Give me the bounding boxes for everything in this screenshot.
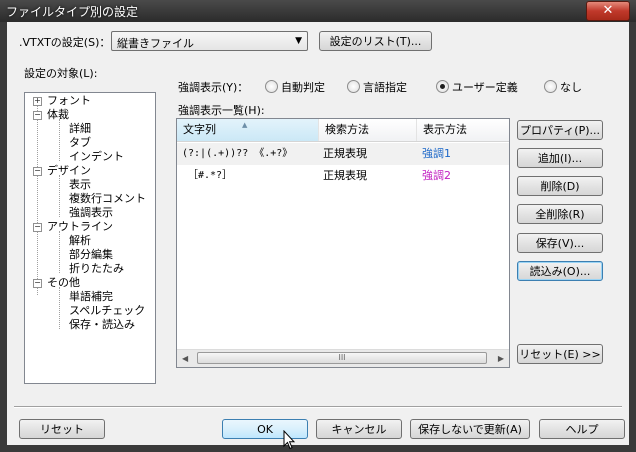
- tree-line: [37, 99, 38, 295]
- settings-label: .VTXTの設定(S)：: [19, 36, 111, 49]
- tree-item-label: インデント: [69, 150, 124, 163]
- tree-item-label: 表示: [69, 178, 91, 191]
- tree-item-label: デザイン: [47, 164, 91, 177]
- scroll-thumb[interactable]: III: [197, 352, 487, 364]
- tree-item-label: タブ: [69, 136, 91, 149]
- sort-up-icon: ▲: [242, 121, 248, 129]
- ok-button[interactable]: OK: [222, 419, 308, 439]
- highlight-list-label: 強調表示一覧(H):: [178, 104, 265, 117]
- filetype-combo[interactable]: 縦書きファイル ▼: [111, 31, 308, 51]
- tree-line: [59, 119, 60, 161]
- tree-item-detail[interactable]: 詳細: [69, 122, 91, 136]
- display-cell: 強調2: [422, 169, 451, 182]
- radio-user-defined[interactable]: [436, 80, 449, 93]
- tree-item-label: その他: [47, 276, 80, 289]
- column-method[interactable]: 検索方法: [319, 119, 417, 141]
- list-header: ▲ 文字列 検索方法 表示方法: [177, 119, 509, 142]
- settings-list-button[interactable]: 設定のリスト(T)...: [319, 31, 432, 51]
- table-row[interactable]: (?:|(.+))?? 《.+?》 正規表現 強調1: [177, 143, 509, 165]
- tree-item-label: 部分編集: [69, 248, 113, 261]
- pattern-cell: ［#.*?］: [188, 170, 233, 181]
- load-button[interactable]: 読込み(O)...: [517, 261, 603, 281]
- help-button[interactable]: ヘルプ: [539, 419, 625, 439]
- tree-item-label: 単語補完: [69, 290, 113, 303]
- expand-icon[interactable]: +: [33, 97, 42, 106]
- tree-item-label: 体裁: [47, 108, 69, 121]
- tree-line: [59, 231, 60, 273]
- highlight-label: 強調表示(Y)：: [178, 81, 249, 94]
- settings-tree[interactable]: + フォント − 体裁 詳細 タブ インデント − デザイン 表示 複数行コメン…: [24, 92, 156, 384]
- tree-item-label: アウトライン: [47, 220, 113, 233]
- save-button[interactable]: 保存(V)...: [517, 233, 603, 253]
- column-label: 表示方法: [423, 123, 467, 136]
- tree-item-label: 詳細: [69, 122, 91, 135]
- display-cell: 強調1: [422, 147, 451, 160]
- column-display[interactable]: 表示方法: [417, 119, 509, 141]
- filetype-value: 縦書きファイル: [117, 37, 194, 50]
- highlight-list[interactable]: ▲ 文字列 検索方法 表示方法 (?:|(.+))?? 《.+?》 正規表現 強…: [176, 118, 510, 368]
- reset-list-button[interactable]: リセット(E) >>: [517, 344, 603, 364]
- method-cell: 正規表現: [323, 169, 367, 182]
- title-bar: ファイルタイプ別の設定 ✕: [0, 0, 636, 22]
- tree-item-save-load[interactable]: 保存・読込み: [69, 318, 135, 332]
- tree-item-label: フォント: [47, 94, 91, 107]
- cancel-button[interactable]: キャンセル: [316, 419, 402, 439]
- tree-item-tab[interactable]: タブ: [69, 136, 91, 150]
- radio-auto-label: 自動判定: [281, 81, 325, 94]
- mouse-cursor-icon: [283, 430, 295, 450]
- tree-item-spellcheck[interactable]: スペルチェック: [69, 304, 145, 318]
- grip-icon: III: [338, 353, 346, 362]
- radio-none[interactable]: [544, 80, 557, 93]
- target-label: 設定の対象(L):: [24, 67, 98, 80]
- column-pattern[interactable]: ▲ 文字列: [177, 119, 319, 141]
- delete-button[interactable]: 削除(D): [517, 176, 603, 196]
- add-button[interactable]: 追加(I)...: [517, 148, 603, 168]
- scroll-left-icon[interactable]: ◀: [182, 354, 188, 363]
- horizontal-scrollbar[interactable]: ◀ III ▶: [177, 349, 509, 367]
- tree-item-label: 解析: [69, 234, 91, 247]
- collapse-icon[interactable]: −: [33, 223, 42, 232]
- radio-auto[interactable]: [265, 80, 278, 93]
- tree-line: [59, 287, 60, 329]
- tree-item-label: 保存・読込み: [69, 318, 135, 331]
- tree-item-label: 複数行コメント: [69, 192, 146, 205]
- chevron-down-icon: ▼: [295, 36, 302, 46]
- radio-language[interactable]: [347, 80, 360, 93]
- divider: [14, 406, 622, 408]
- column-label: 文字列: [183, 123, 216, 136]
- tree-item-partial-edit[interactable]: 部分編集: [69, 248, 113, 262]
- radio-none-label: なし: [560, 81, 582, 94]
- tree-line: [59, 175, 60, 217]
- tree-item-label: 強調表示: [69, 206, 113, 219]
- tree-item-highlight[interactable]: 強調表示: [69, 206, 113, 220]
- window-title: ファイルタイプ別の設定: [6, 5, 139, 19]
- collapse-icon[interactable]: −: [33, 111, 42, 120]
- update-without-save-button[interactable]: 保存しないで更新(A): [410, 419, 530, 439]
- column-label: 検索方法: [325, 123, 369, 136]
- tree-item-analysis[interactable]: 解析: [69, 234, 91, 248]
- pattern-cell: (?:|(.+))?? 《.+?》: [182, 148, 293, 159]
- method-cell: 正規表現: [323, 147, 367, 160]
- radio-language-label: 言語指定: [363, 81, 407, 94]
- tree-item-label: スペルチェック: [69, 304, 146, 317]
- collapse-icon[interactable]: −: [33, 279, 42, 288]
- dialog-body: .VTXTの設定(S)： 縦書きファイル ▼ 設定のリスト(T)... 設定の対…: [7, 22, 629, 445]
- properties-button[interactable]: プロパティ(P)...: [517, 120, 603, 140]
- close-button[interactable]: ✕: [586, 1, 630, 21]
- collapse-icon[interactable]: −: [33, 167, 42, 176]
- scroll-right-icon[interactable]: ▶: [498, 354, 504, 363]
- tree-item-word-completion[interactable]: 単語補完: [69, 290, 113, 304]
- table-row[interactable]: ［#.*?］ 正規表現 強調2: [177, 165, 509, 187]
- reset-button[interactable]: リセット: [19, 419, 105, 439]
- close-icon: ✕: [602, 3, 614, 18]
- tree-item-label: 折りたたみ: [69, 262, 124, 275]
- radio-user-defined-label: ユーザー定義: [452, 81, 518, 94]
- tree-item-indent[interactable]: インデント: [69, 150, 124, 164]
- delete-all-button[interactable]: 全削除(R): [517, 204, 603, 224]
- tree-item-folding[interactable]: 折りたたみ: [69, 262, 124, 276]
- tree-item-multiline-comment[interactable]: 複数行コメント: [69, 192, 146, 206]
- tree-item-display[interactable]: 表示: [69, 178, 91, 192]
